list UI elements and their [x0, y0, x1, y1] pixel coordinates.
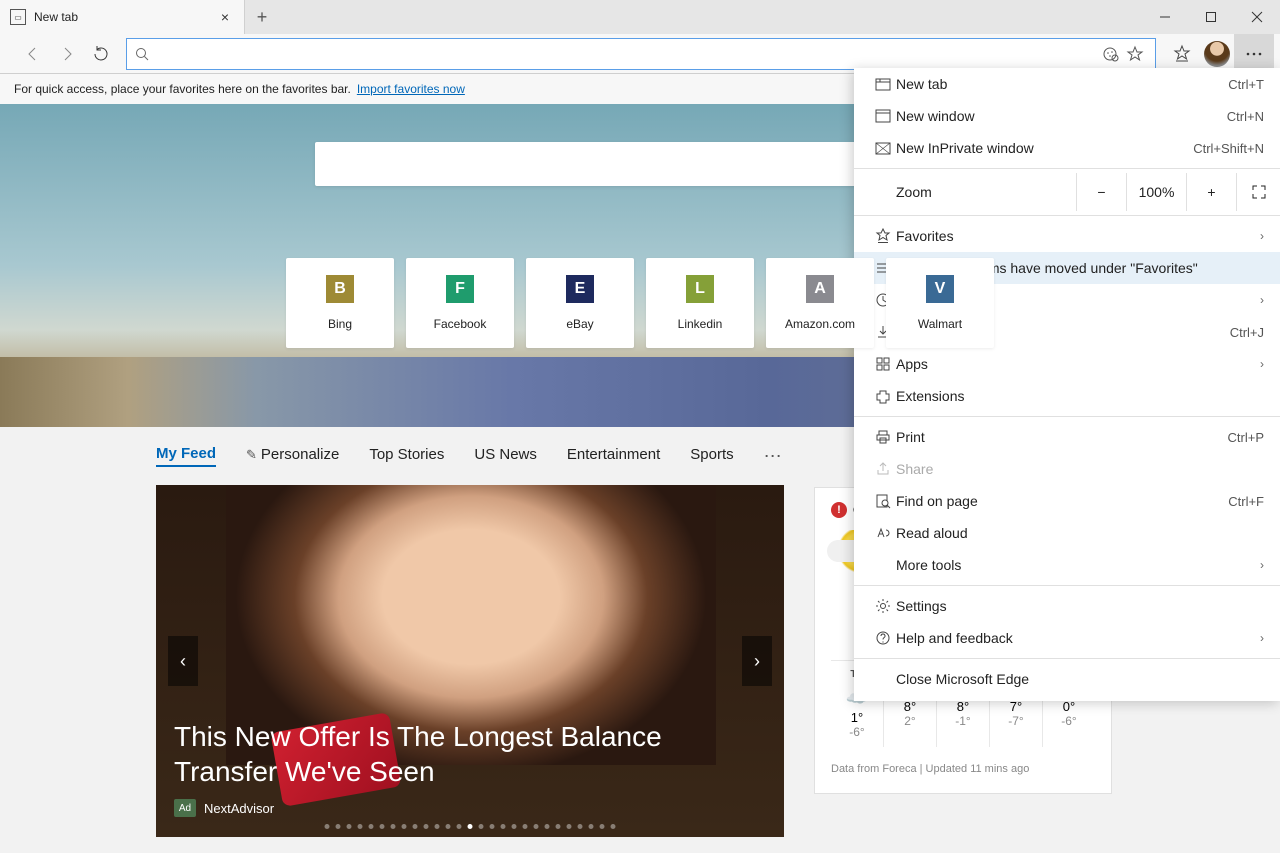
- find-icon: [870, 493, 896, 509]
- zoom-value: 100%: [1126, 173, 1186, 211]
- feed-tab-myfeed[interactable]: My Feed: [156, 445, 216, 467]
- menu-share: Share: [854, 453, 1280, 485]
- menu-more-tools[interactable]: More tools›: [854, 549, 1280, 581]
- cookie-icon[interactable]: [1099, 42, 1123, 66]
- top-sites-row: B Bing F Facebook EeBay L Linkedin A Amazon.com V…: [286, 258, 994, 348]
- top-site-tile[interactable]: A Amazon.com: [766, 258, 874, 348]
- top-site-tile[interactable]: F Facebook: [406, 258, 514, 348]
- card-source: NextAdvisor: [204, 801, 274, 816]
- favorites-bar-text: For quick access, place your favorites h…: [14, 82, 351, 96]
- menu-zoom: Zoom−100%+: [854, 173, 1280, 211]
- tile-icon: A: [806, 275, 834, 303]
- menu-favorites[interactable]: Favorites›: [854, 220, 1280, 252]
- feed-tab-usnews[interactable]: US News: [474, 446, 537, 466]
- card-next-button[interactable]: ›: [742, 636, 772, 686]
- address-bar[interactable]: [126, 38, 1156, 70]
- profile-avatar[interactable]: [1204, 41, 1230, 67]
- favorite-star-icon[interactable]: [1123, 42, 1147, 66]
- menu-find[interactable]: Find on pageCtrl+F: [854, 485, 1280, 517]
- tile-icon: E: [566, 275, 594, 303]
- tile-label: Amazon.com: [785, 317, 855, 331]
- zoom-out-button[interactable]: −: [1076, 173, 1126, 211]
- tile-label: Walmart: [918, 317, 962, 331]
- chevron-right-icon: ›: [1260, 357, 1264, 371]
- tab-favicon: ▭: [10, 9, 26, 25]
- menu-print[interactable]: PrintCtrl+P: [854, 421, 1280, 453]
- read-aloud-icon: [870, 525, 896, 541]
- extensions-icon: [870, 388, 896, 404]
- print-icon: [870, 429, 896, 445]
- tab-title: New tab: [34, 10, 216, 24]
- import-favorites-link[interactable]: Import favorites now: [357, 82, 465, 96]
- feed-tab-topstories[interactable]: Top Stories: [369, 446, 444, 466]
- feed-card[interactable]: ‹ › This New Offer Is The Longest Balanc…: [156, 485, 784, 837]
- menu-close-edge[interactable]: Close Microsoft Edge: [854, 663, 1280, 695]
- feed-tab-sports[interactable]: Sports: [690, 446, 733, 466]
- inprivate-icon: [870, 140, 896, 156]
- tile-icon: F: [446, 275, 474, 303]
- help-icon: [870, 630, 896, 646]
- tile-icon: L: [686, 275, 714, 303]
- fullscreen-button[interactable]: [1236, 173, 1280, 211]
- search-icon: [135, 47, 149, 61]
- top-site-tile[interactable]: V Walmart: [886, 258, 994, 348]
- settings-menu: New tabCtrl+T New windowCtrl+N New InPri…: [854, 68, 1280, 701]
- chevron-right-icon: ›: [1260, 558, 1264, 572]
- feed-tab-entertainment[interactable]: Entertainment: [567, 446, 660, 466]
- menu-extensions[interactable]: Extensions: [854, 380, 1280, 412]
- share-icon: [870, 461, 896, 477]
- tile-icon: V: [926, 275, 954, 303]
- menu-apps[interactable]: Apps›: [854, 348, 1280, 380]
- pencil-icon: ✎: [246, 447, 257, 462]
- top-site-tile[interactable]: L Linkedin: [646, 258, 754, 348]
- maximize-button[interactable]: [1188, 0, 1234, 34]
- tile-label: Facebook: [434, 317, 487, 331]
- close-window-button[interactable]: [1234, 0, 1280, 34]
- weather-alert-icon: !: [831, 502, 847, 518]
- refresh-button[interactable]: [84, 37, 118, 71]
- menu-inprivate[interactable]: New InPrivate windowCtrl+Shift+N: [854, 132, 1280, 164]
- carousel-dots: [325, 824, 616, 829]
- feed-more-icon[interactable]: ⋯: [764, 446, 782, 467]
- tile-label: eBay: [566, 317, 593, 331]
- chevron-right-icon: ›: [1260, 229, 1264, 243]
- gear-icon: [870, 598, 896, 614]
- feed-tabs: My Feed ✎Personalize Top Stories US News…: [156, 445, 784, 467]
- tile-label: Bing: [328, 317, 352, 331]
- star-icon: [870, 228, 896, 244]
- menu-new-tab[interactable]: New tabCtrl+T: [854, 68, 1280, 100]
- feed-tab-personalize[interactable]: ✎Personalize: [246, 446, 339, 466]
- menu-new-window[interactable]: New windowCtrl+N: [854, 100, 1280, 132]
- top-site-tile[interactable]: EeBay: [526, 258, 634, 348]
- menu-settings[interactable]: Settings: [854, 590, 1280, 622]
- new-tab-icon: [870, 76, 896, 92]
- chevron-right-icon: ›: [1260, 631, 1264, 645]
- apps-icon: [870, 356, 896, 372]
- browser-tab[interactable]: ▭ New tab ×: [0, 0, 245, 34]
- card-title: This New Offer Is The Longest Balance Tr…: [174, 719, 766, 789]
- menu-read-aloud[interactable]: Read aloud: [854, 517, 1280, 549]
- back-button[interactable]: [16, 37, 50, 71]
- titlebar: ▭ New tab × +: [0, 0, 1280, 34]
- minimize-button[interactable]: [1142, 0, 1188, 34]
- tile-icon: B: [326, 275, 354, 303]
- tab-close-button[interactable]: ×: [216, 8, 234, 26]
- chevron-right-icon: ›: [1260, 293, 1264, 307]
- menu-help[interactable]: Help and feedback›: [854, 622, 1280, 654]
- favorites-button[interactable]: [1164, 36, 1200, 72]
- forward-button[interactable]: [50, 37, 84, 71]
- address-input[interactable]: [157, 46, 1099, 62]
- ad-badge: Ad: [174, 799, 196, 817]
- new-tab-button[interactable]: +: [245, 0, 279, 34]
- tile-label: Linkedin: [678, 317, 723, 331]
- new-window-icon: [870, 108, 896, 124]
- card-prev-button[interactable]: ‹: [168, 636, 198, 686]
- zoom-in-button[interactable]: +: [1186, 173, 1236, 211]
- weather-footer: Data from Foreca | Updated 11 mins ago: [831, 763, 1095, 775]
- top-site-tile[interactable]: B Bing: [286, 258, 394, 348]
